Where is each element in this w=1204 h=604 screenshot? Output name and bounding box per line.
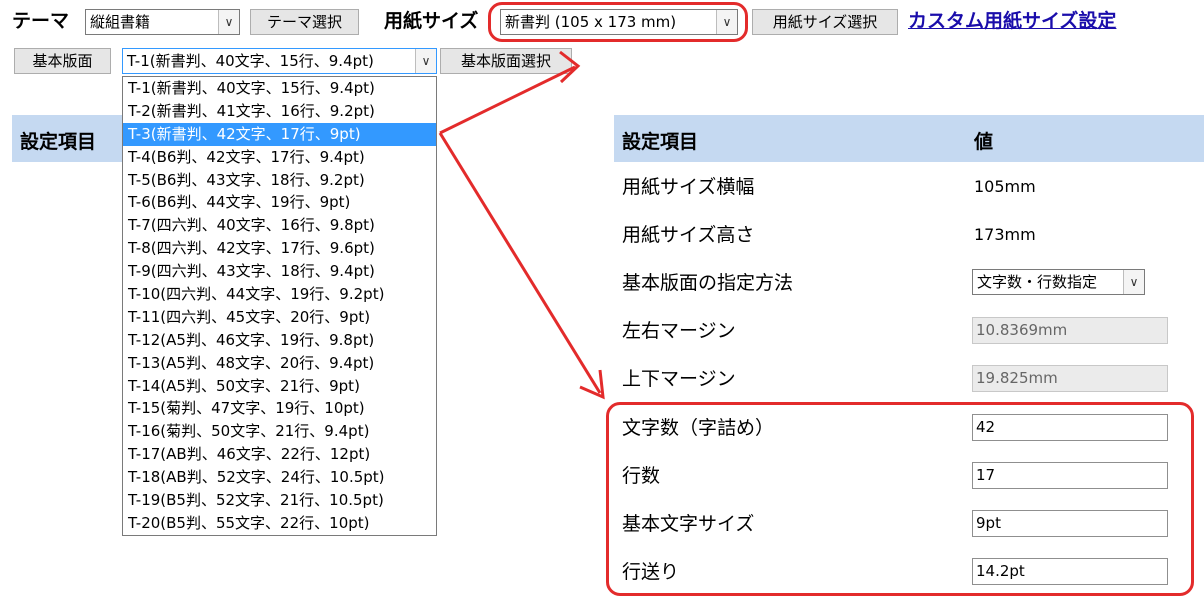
arrow-to-paper-size	[439, 65, 576, 135]
arrow-to-settings	[438, 132, 602, 394]
arrowhead-paper-size	[559, 50, 581, 84]
annotation-arrows	[438, 50, 605, 400]
